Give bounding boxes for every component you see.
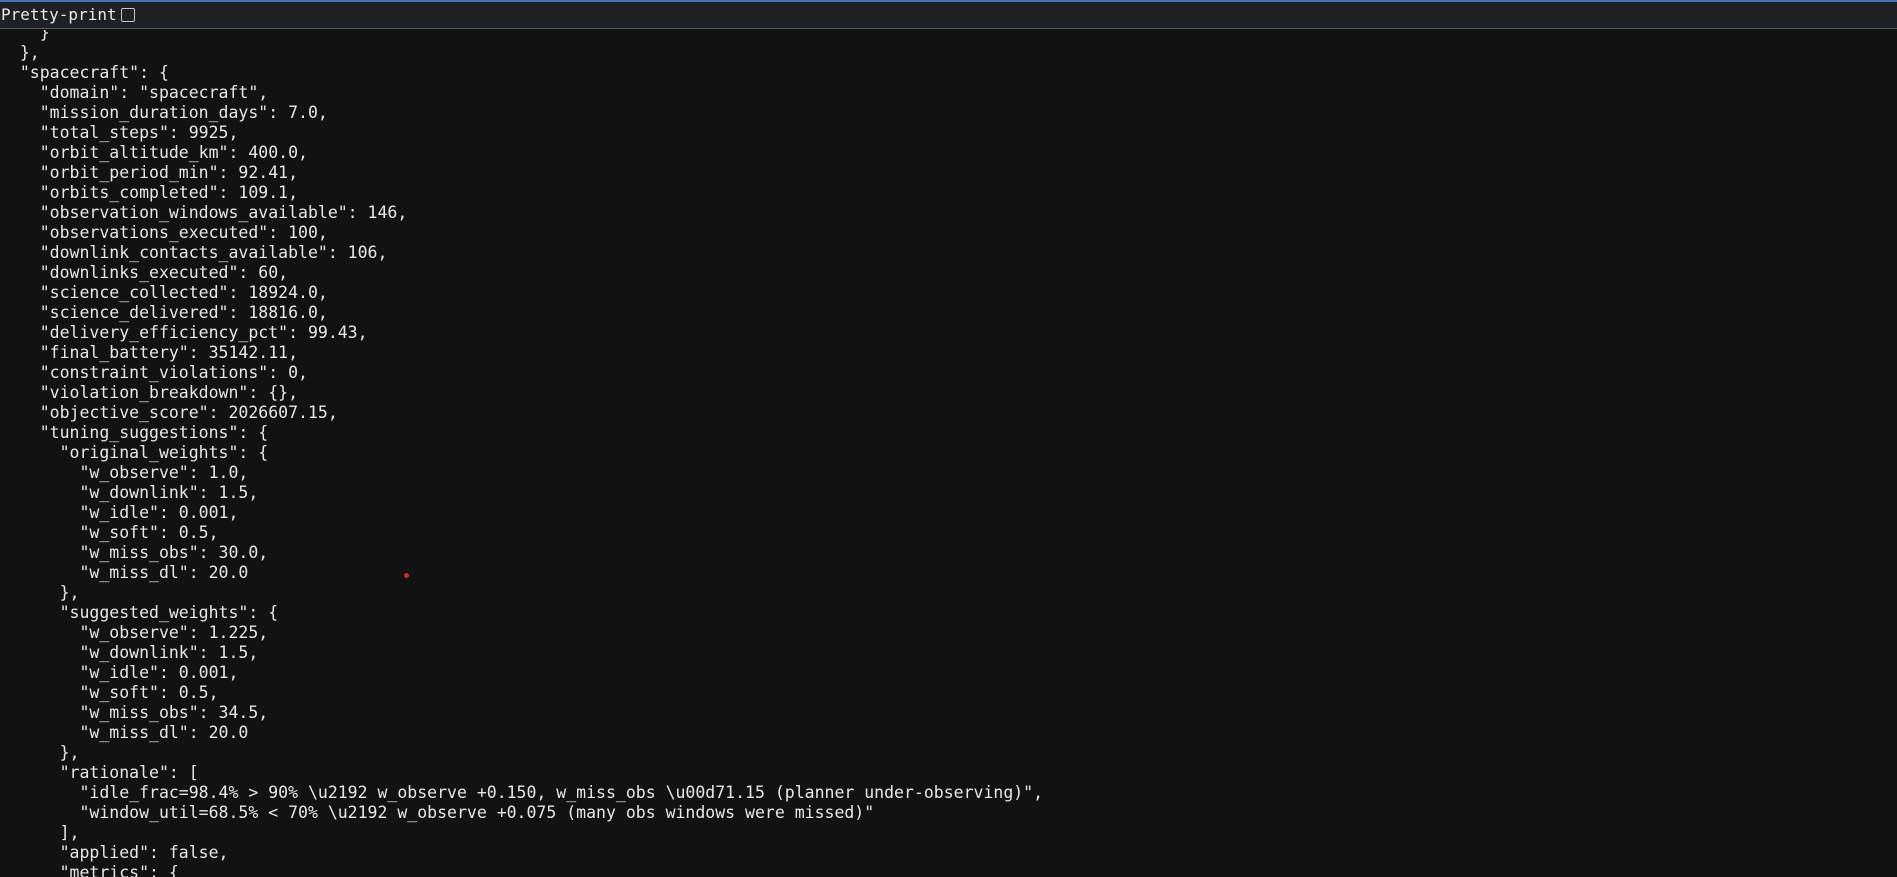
json-line: "downlink_contacts_available": 106, [0,243,388,262]
json-line: "tuning_suggestions": { [0,423,269,442]
json-line: "total_steps": 9925, [0,123,239,142]
json-line: "downlinks_executed": 60, [0,263,289,282]
json-line: "original_weights": { [0,443,269,462]
json-line: "constraint_violations": 0, [0,363,308,382]
json-line: "metrics": { [0,863,179,877]
json-line: "w_downlink": 1.5, [0,643,259,662]
json-line: "idle_frac=98.4% > 90% \u2192 w_observe … [0,783,1044,802]
json-line: "orbits_completed": 109.1, [0,183,299,202]
json-line: "w_miss_dl": 20.0 [0,563,249,582]
json-line: }, [0,743,80,762]
json-line: "objective_score": 2026607.15, [0,403,338,422]
json-line: "orbit_period_min": 92.41, [0,163,299,182]
pretty-print-checkbox[interactable] [120,8,135,22]
json-line: "suggested_weights": { [0,603,279,622]
json-line: } [0,30,50,42]
json-line: "observations_executed": 100, [0,223,328,242]
json-line: "science_delivered": 18816.0, [0,303,328,322]
viewer-toolbar: Pretty-print [0,2,1897,29]
json-line: "w_soft": 0.5, [0,523,219,542]
json-viewer[interactable]: } }, "spacecraft": { "domain": "spacecra… [0,30,1897,877]
json-text: } }, "spacecraft": { "domain": "spacecra… [0,30,1043,877]
json-line: "science_collected": 18924.0, [0,283,328,302]
json-line: "orbit_altitude_km": 400.0, [0,143,308,162]
pretty-print-label: Pretty-print [1,5,117,24]
json-line: "w_soft": 0.5, [0,683,219,702]
json-line: "window_util=68.5% < 70% \u2192 w_observ… [0,803,875,822]
json-line: "w_miss_obs": 34.5, [0,703,269,722]
json-line: "w_idle": 0.001, [0,663,239,682]
json-line: "spacecraft": { [0,63,169,82]
json-line: "observation_windows_available": 146, [0,203,408,222]
json-line: "w_idle": 0.001, [0,503,239,522]
json-line: "domain": "spacecraft", [0,83,269,102]
json-line: ], [0,823,80,842]
json-line: "w_miss_dl": 20.0 [0,723,249,742]
json-line: "mission_duration_days": 7.0, [0,103,328,122]
json-line: "delivery_efficiency_pct": 99.43, [0,323,368,342]
pointer-dot-icon [404,573,409,578]
json-line: "violation_breakdown": {}, [0,383,299,402]
json-line: "rationale": [ [0,763,199,782]
json-line: "final_battery": 35142.11, [0,343,299,362]
json-line: }, [0,43,40,62]
json-line: "w_observe": 1.0, [0,463,249,482]
json-line: "applied": false, [0,843,229,862]
json-line: "w_downlink": 1.5, [0,483,259,502]
json-line: "w_observe": 1.225, [0,623,269,642]
json-line: }, [0,583,80,602]
json-line: "w_miss_obs": 30.0, [0,543,269,562]
